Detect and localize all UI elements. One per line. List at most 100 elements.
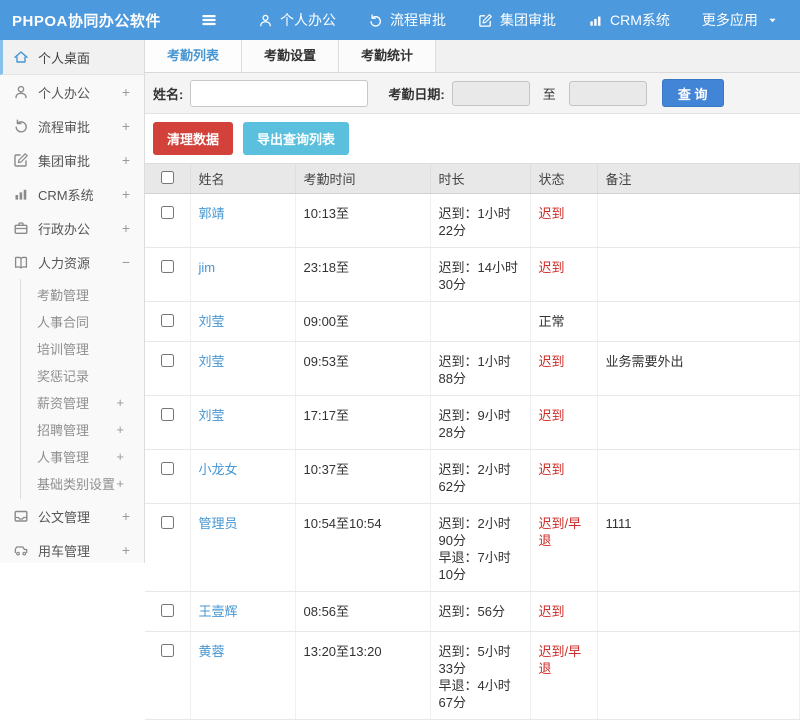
duration-line: 迟到：1小时22分 — [439, 205, 522, 239]
sidebar-subitem[interactable]: 招聘管理 + — [21, 416, 144, 443]
nav-item[interactable]: 个人办公 — [258, 10, 336, 30]
table-row: jim 23:18至 迟到：14小时30分 迟到 — [145, 248, 800, 302]
select-all-cell — [145, 164, 190, 194]
doc-icon — [13, 508, 29, 524]
name-cell[interactable]: 王壹辉 — [190, 592, 295, 632]
nav-item-label: CRM系统 — [610, 10, 670, 30]
table-header-row: 姓名 考勤时间 时长 状态 备注 — [145, 164, 800, 194]
sidebar-subitem-label: 招聘管理 — [37, 420, 89, 439]
row-checkbox[interactable] — [161, 516, 174, 529]
duration-line: 早退：7小时10分 — [439, 549, 522, 583]
expand-toggle[interactable]: + — [122, 220, 130, 236]
sidebar-item[interactable]: 个人桌面 — [0, 40, 144, 75]
sidebar: 个人桌面 个人办公 + 流程审批 + 集团审批 + CRM系统 + 行政办公 +… — [0, 40, 145, 563]
sidebar-item[interactable]: 公文管理 + — [0, 499, 144, 533]
sidebar-item[interactable]: CRM系统 + — [0, 177, 144, 211]
status-cell: 迟到 — [530, 342, 597, 396]
status-cell: 迟到/早退 — [530, 632, 597, 720]
clean-data-button[interactable]: 清理数据 — [153, 122, 233, 155]
sidebar-item[interactable]: 行政办公 + — [0, 211, 144, 245]
row-checkbox[interactable] — [161, 408, 174, 421]
column-header-status: 状态 — [530, 164, 597, 194]
row-checkbox-cell — [145, 396, 190, 450]
nav-item[interactable]: 流程审批 — [368, 10, 446, 30]
row-checkbox[interactable] — [161, 462, 174, 475]
nav-item[interactable]: 集团审批 — [478, 10, 556, 30]
tab-2[interactable]: 考勤设置 — [242, 40, 339, 72]
expand-toggle[interactable]: − — [122, 254, 130, 270]
sidebar-subitem[interactable]: 人事管理 + — [21, 443, 144, 470]
actions-row: 清理数据 导出查询列表 — [145, 114, 800, 163]
table-row: 小龙女 10:37至 迟到：2小时62分 迟到 — [145, 450, 800, 504]
expand-toggle[interactable]: + — [122, 152, 130, 168]
sidebar-item[interactable]: 用车管理 + — [0, 533, 144, 567]
sidebar-subitem[interactable]: 人事合同 — [21, 308, 144, 335]
row-checkbox[interactable] — [161, 604, 174, 617]
expand-toggle[interactable]: + — [122, 508, 130, 524]
chart-icon — [13, 186, 29, 202]
main-content: 考勤列表考勤设置考勤统计 姓名: 考勤日期: 至 查 询 清理数据 导出查询列表… — [145, 40, 800, 563]
name-cell[interactable]: 郭靖 — [190, 194, 295, 248]
date-to-input[interactable] — [569, 81, 647, 106]
user-icon — [13, 84, 29, 100]
nav-item[interactable]: CRM系统 — [588, 10, 670, 30]
home-icon — [13, 49, 29, 65]
sidebar-subitem-label: 奖惩记录 — [37, 366, 89, 385]
sidebar-item[interactable]: 集团审批 + — [0, 143, 144, 177]
row-checkbox[interactable] — [161, 314, 174, 327]
sidebar-subitem[interactable]: 奖惩记录 — [21, 362, 144, 389]
sidebar-subitem[interactable]: 培训管理 — [21, 335, 144, 362]
expand-toggle[interactable]: + — [116, 395, 124, 410]
name-cell[interactable]: 刘莹 — [190, 396, 295, 450]
column-header-time: 考勤时间 — [295, 164, 430, 194]
expand-toggle[interactable]: + — [116, 476, 124, 491]
status-cell: 迟到 — [530, 194, 597, 248]
expand-toggle[interactable]: + — [116, 449, 124, 464]
name-cell[interactable]: 管理员 — [190, 504, 295, 592]
row-checkbox[interactable] — [161, 354, 174, 367]
name-cell[interactable]: 小龙女 — [190, 450, 295, 504]
expand-toggle[interactable]: + — [122, 84, 130, 100]
sidebar-subitem-label: 薪资管理 — [37, 393, 89, 412]
export-list-button[interactable]: 导出查询列表 — [243, 122, 349, 155]
query-button[interactable]: 查 询 — [662, 79, 724, 107]
name-cell[interactable]: 刘莹 — [190, 302, 295, 342]
sidebar-item[interactable]: 人力资源 − — [0, 245, 144, 279]
expand-toggle[interactable]: + — [122, 542, 130, 558]
sidebar-submenu: 考勤管理 人事合同 培训管理 奖惩记录 薪资管理 + 招聘管理 + 人事管理 +… — [20, 279, 144, 499]
remark-cell — [597, 592, 800, 632]
row-checkbox[interactable] — [161, 206, 174, 219]
sidebar-subitem[interactable]: 基础类别设置 + — [21, 470, 144, 497]
name-cell[interactable]: 黄蓉 — [190, 632, 295, 720]
sidebar-subitem[interactable]: 薪资管理 + — [21, 389, 144, 416]
row-checkbox[interactable] — [161, 260, 174, 273]
expand-toggle[interactable]: + — [122, 186, 130, 202]
duration-cell: 迟到：9小时28分 — [430, 396, 530, 450]
sidebar-subitem[interactable]: 考勤管理 — [21, 281, 144, 308]
tab-3[interactable]: 考勤统计 — [339, 40, 436, 72]
tab-1[interactable]: 考勤列表 — [145, 40, 242, 72]
nav-item[interactable]: 更多应用 — [702, 10, 778, 30]
nav-item-label: 流程审批 — [390, 10, 446, 30]
book-icon — [13, 254, 29, 270]
expand-toggle[interactable]: + — [122, 118, 130, 134]
sidebar-item[interactable]: 流程审批 + — [0, 109, 144, 143]
date-from-input[interactable] — [452, 81, 530, 106]
status-cell: 迟到/早退 — [530, 504, 597, 592]
name-cell[interactable]: jim — [190, 248, 295, 302]
sidebar-item[interactable]: 个人办公 + — [0, 75, 144, 109]
menu-icon[interactable] — [200, 11, 218, 29]
expand-toggle[interactable]: + — [116, 422, 124, 437]
row-checkbox-cell — [145, 504, 190, 592]
row-checkbox[interactable] — [161, 644, 174, 657]
table-row: 刘莹 09:53至 迟到：1小时88分 迟到 业务需要外出 — [145, 342, 800, 396]
name-input[interactable] — [190, 80, 368, 107]
time-cell: 09:53至 — [295, 342, 430, 396]
duration-line: 迟到：14小时30分 — [439, 259, 522, 293]
name-cell[interactable]: 刘莹 — [190, 342, 295, 396]
select-all-checkbox[interactable] — [161, 171, 174, 184]
time-cell: 10:13至 — [295, 194, 430, 248]
duration-line: 迟到：2小时62分 — [439, 461, 522, 495]
time-cell: 10:54至10:54 — [295, 504, 430, 592]
user-icon — [258, 13, 273, 28]
